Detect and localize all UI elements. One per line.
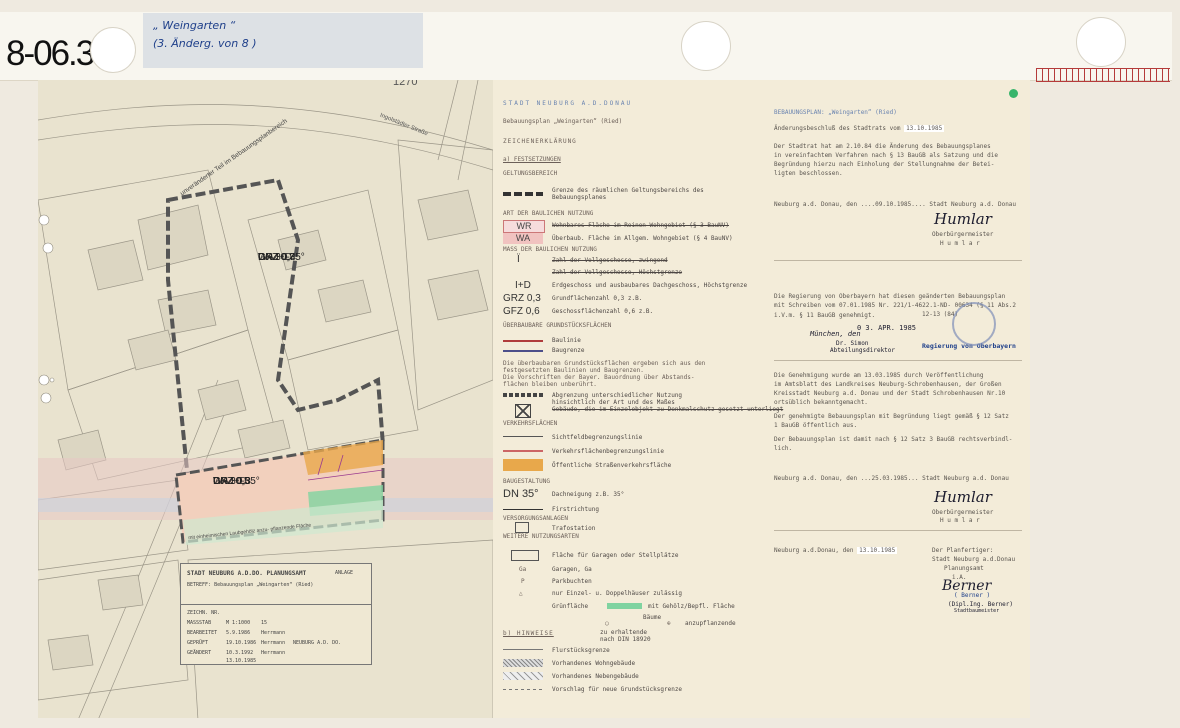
gruen-symbol xyxy=(607,603,642,609)
label-line-2: (3. Änderg. von 8 ) xyxy=(153,37,257,50)
beschluss-line: Änderungsbeschluß des Stadtrats vom 13.1… xyxy=(774,125,945,132)
punch-hole xyxy=(681,21,731,71)
handwritten-label: „ Weingarten “ (3. Änderg. von 8 ) xyxy=(143,13,423,68)
procedure-panel: BEBAUUNGSPLAN: „Weingarten“ (Ried) Änder… xyxy=(762,84,1026,716)
p-symbol: P xyxy=(521,578,525,585)
procedure-heading: BEBAUUNGSPLAN: „Weingarten“ (Ried) xyxy=(774,109,897,116)
section-verkehr: VERKEHRSFLÄCHEN xyxy=(503,420,558,427)
title-block-place: NEUBURG A.D. DO. xyxy=(293,640,342,646)
id-symbol: I+D xyxy=(515,280,531,291)
punch-hole xyxy=(1076,17,1126,67)
planfertiger-date-line: Neuburg a.d.Donau, den 13.10.1985 xyxy=(774,547,898,554)
wa-symbol: WA xyxy=(503,233,543,244)
legend-subtitle: ZEICHENERKLÄRUNG xyxy=(503,138,577,145)
ga-symbol: Ga xyxy=(519,566,527,573)
section-versorgung: VERSORGUNGSANLAGEN xyxy=(503,515,569,522)
neben-symbol xyxy=(503,672,543,680)
zoning-gfz: GFZ 0,5 xyxy=(213,476,250,487)
punch-hole xyxy=(90,27,136,73)
title-block: STADT NEUBURG A.D.DO. PLANUNGSAMT ANLAGE… xyxy=(180,563,372,665)
abgrenzung-symbol xyxy=(503,393,543,397)
plan-number: 8-06.3 xyxy=(6,34,95,73)
section-a: a) FESTSETZUNGEN xyxy=(503,156,561,163)
section-weitere: WEITERE NUTZUNGSARTEN xyxy=(503,533,579,540)
baugrenze-symbol xyxy=(503,350,543,352)
label-line-1: „ Weingarten “ xyxy=(153,19,236,32)
scale-ruler xyxy=(1036,68,1170,82)
legend-plan-title: Bebauungsplan „Weingarten“ (Ried) xyxy=(503,118,623,125)
official-seal xyxy=(952,302,996,346)
dn-symbol: DN 35° xyxy=(503,488,539,500)
section-ueberbau: ÜBERBAUBARE GRUNDSTÜCKSFLÄCHEN xyxy=(503,322,612,329)
mayor-signature-2: Humlar xyxy=(934,488,992,506)
tree-plant-icon: ⊕ xyxy=(667,620,671,627)
section-mass: MASS DER BAULICHEN NUTZUNG xyxy=(503,246,597,253)
verkehrslinie-symbol xyxy=(503,450,543,452)
denkmal-symbol xyxy=(515,404,531,418)
section-geltung: GELTUNGSBEREICH xyxy=(503,170,558,177)
street-number: 1270 xyxy=(393,80,418,88)
wohn-symbol xyxy=(503,659,543,667)
geltung-symbol xyxy=(503,192,543,196)
title-block-anlage: ANLAGE xyxy=(335,570,354,576)
grz-symbol: GRZ 0,3 xyxy=(503,293,541,304)
sicht-symbol xyxy=(503,436,543,437)
first-symbol xyxy=(503,509,543,510)
section-b: b) HINWEISE xyxy=(503,630,554,637)
legend-heading: STADT NEUBURG A.D.DONAU xyxy=(503,100,633,107)
section-baugestaltung: BAUGESTALTUNG xyxy=(503,478,550,485)
wr-symbol: WR xyxy=(503,220,545,233)
einzel-icon: △ xyxy=(519,590,523,597)
trafo-symbol xyxy=(515,522,529,533)
gfz-symbol: GFZ 0,6 xyxy=(503,306,540,317)
zahl-symbol: Ï xyxy=(517,254,520,265)
strasse-symbol xyxy=(503,459,543,471)
vorschlag-symbol xyxy=(503,689,543,690)
garage-symbol xyxy=(511,550,539,561)
legend-panel: STADT NEUBURG A.D.DONAU Bebauungsplan „W… xyxy=(503,100,784,693)
mayor-signature: Humlar xyxy=(934,210,992,228)
section-art: ART DER BAULICHEN NUTZUNG xyxy=(503,210,594,217)
title-block-office: STADT NEUBURG A.D.DO. PLANUNGSAMT xyxy=(187,570,307,577)
baulinie-symbol xyxy=(503,340,543,342)
tree-icon: ◯ xyxy=(605,620,609,627)
title-block-betreff: BETREFF: Bebauungsplan „Weingarten“ (Rie… xyxy=(187,582,314,588)
flurstueck-symbol xyxy=(503,649,543,650)
zoning-gfz: GFZ 0,7 xyxy=(258,252,295,263)
